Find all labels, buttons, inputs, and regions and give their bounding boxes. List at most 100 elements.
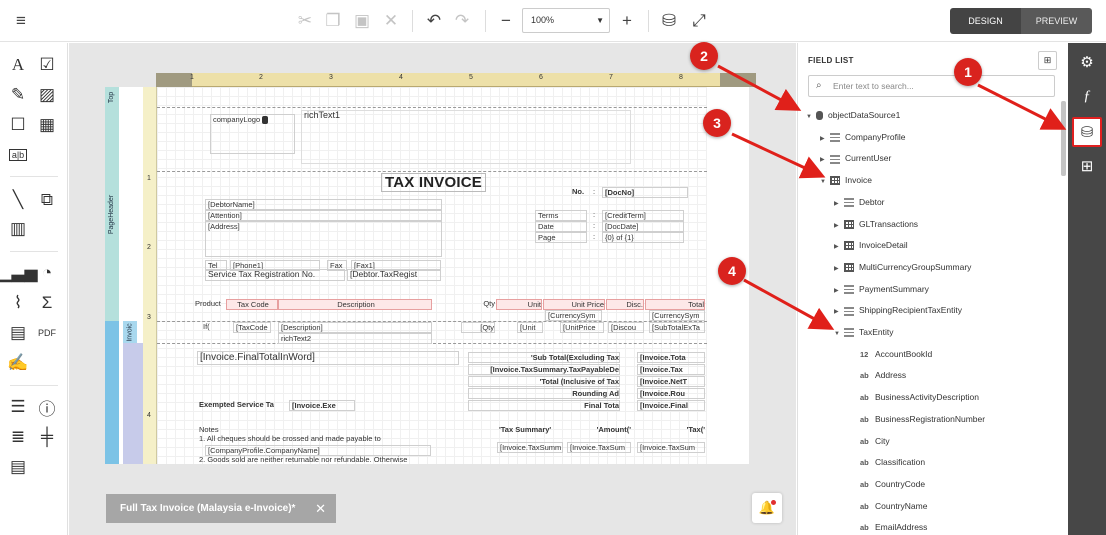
copy-icon[interactable]: ❐	[320, 8, 346, 34]
table-tool-icon[interactable]: ▦	[35, 113, 59, 137]
collapsed-chevron-icon[interactable]: ▶	[834, 302, 844, 323]
final-total-word-field[interactable]: [Invoice.FinalTotalInWord]	[197, 351, 459, 365]
exempted-service-tax-field[interactable]: [Invoice.Exe	[289, 400, 355, 411]
detail-unit[interactable]: [Unit	[517, 322, 543, 333]
add-calculated-field-button[interactable]: ⊞	[1038, 51, 1057, 70]
no-label[interactable]: No.	[570, 187, 588, 198]
credit-term-field[interactable]: [CreditTerm]	[602, 210, 684, 221]
cross-band-box-tool-icon[interactable]: ▤	[6, 455, 30, 479]
field-tree-node[interactable]: ▶ CurrentUser	[820, 148, 891, 169]
barcode-tool-icon[interactable]: ▥	[6, 217, 30, 241]
close-icon[interactable]: ✕	[315, 494, 326, 523]
field-tree-node[interactable]: ▶ CompanyProfile	[820, 127, 905, 148]
detail-tax-code[interactable]: [TaxCode	[233, 322, 271, 333]
redo-icon[interactable]: ↷	[449, 8, 475, 34]
terms-label[interactable]: Terms	[535, 210, 587, 221]
richtext2-box[interactable]: richText2	[278, 333, 432, 344]
sub-total-field[interactable]: [Invoice.Tota	[637, 352, 705, 363]
report-document-tab[interactable]: Full Tax Invoice (Malaysia e-Invoice)* ✕	[106, 494, 336, 523]
detail-qty[interactable]: [Qty	[461, 322, 495, 333]
header-unit[interactable]: Unit	[496, 299, 542, 310]
picture-tool-icon[interactable]: ▨	[35, 83, 59, 107]
field-list-icon[interactable]: ⛁	[1072, 117, 1102, 147]
tax-summary-cell[interactable]: [Invoice.TaxSumm	[497, 442, 563, 453]
header-total[interactable]: Total	[645, 299, 705, 310]
total-inclusive-label[interactable]: 'Total (Inclusive of Tax	[468, 376, 620, 387]
preview-button[interactable]: PREVIEW	[1021, 8, 1092, 34]
field-tree-node[interactable]: ab CountryCode	[860, 474, 925, 495]
sst-field[interactable]: [Debtor.TaxRegist	[347, 269, 441, 281]
band-group-footer[interactable]	[123, 343, 143, 464]
field-tree-node[interactable]: ▼ objectDataSource1	[806, 105, 900, 126]
field-tree-node[interactable]: ab BusinessActivityDescription	[860, 387, 979, 408]
checkbox-tool-icon[interactable]: ☑	[35, 53, 59, 77]
report-title[interactable]: TAX INVOICE	[381, 173, 486, 192]
design-button[interactable]: DESIGN	[950, 8, 1021, 34]
delete-icon[interactable]: ✕	[378, 8, 404, 34]
expanded-chevron-icon[interactable]: ▼	[834, 324, 844, 345]
company-logo-box[interactable]: companyLogo	[210, 114, 295, 154]
detail-description[interactable]: [Description]	[278, 322, 432, 333]
tax-summary-cell[interactable]: [Invoice.TaxSum	[567, 442, 631, 453]
design-surface[interactable]: 1 2 3 4 5 6 7 8 Top PageHeader Invoic 1 …	[69, 43, 796, 535]
expanded-chevron-icon[interactable]: ▼	[820, 172, 830, 193]
band-detail[interactable]	[105, 321, 119, 464]
tax-label[interactable]: 'Tax('	[667, 425, 705, 436]
expressions-icon[interactable]: ƒ	[1074, 83, 1100, 109]
field-tree-node[interactable]: ▶ MultiCurrencyGroupSummary	[834, 257, 971, 278]
tax-payable-label[interactable]: [Invoice.TaxSummary.TaxPayableDe	[468, 364, 620, 375]
collapsed-chevron-icon[interactable]: ▶	[834, 259, 844, 280]
field-search-input[interactable]: ⌕ Enter text to search...	[808, 75, 1055, 97]
richtext1-box[interactable]: richText1	[301, 110, 631, 164]
panel-tool-icon[interactable]: ☐	[6, 113, 30, 137]
band-invoice[interactable]: Invoic	[123, 321, 137, 343]
field-tree-node[interactable]: ▶ Debtor	[834, 192, 885, 213]
header-disc[interactable]: Disc.	[606, 299, 644, 310]
field-tree-node[interactable]: 12 AccountBookId	[860, 344, 932, 365]
address-field[interactable]: [Address]	[205, 221, 442, 257]
field-tree-node[interactable]: ab City	[860, 431, 890, 452]
detail-if[interactable]: If(	[201, 322, 217, 333]
field-tree-node[interactable]: ab CountryName	[860, 496, 927, 517]
note-line-1[interactable]: 1. All cheques should be crossed and mad…	[197, 434, 407, 445]
note-line-2[interactable]: 2. Goods sold are neither returnable nor…	[197, 455, 427, 464]
cross-band-line-tool-icon[interactable]: ╪	[35, 425, 59, 449]
sst-label[interactable]: Service Tax Registration No.	[205, 269, 345, 281]
cut-icon[interactable]: ✂	[292, 8, 318, 34]
field-tree-node[interactable]: ▶ GLTransactions	[834, 214, 918, 235]
field-tree-node[interactable]: ▼ TaxEntity	[834, 322, 894, 343]
field-tree-node[interactable]: ▶ PaymentSummary	[834, 279, 929, 300]
shape-tool-icon[interactable]: ⧉	[35, 188, 59, 212]
gauge-tool-icon[interactable]: ◔	[35, 261, 59, 285]
detail-unit-price[interactable]: [UnitPrice	[560, 322, 604, 333]
zoom-select[interactable]: 100% ▼	[522, 8, 610, 33]
richtext-tool-icon[interactable]: ✎	[6, 83, 30, 107]
paste-icon[interactable]: ▣	[349, 8, 375, 34]
doc-date-field[interactable]: [DocDate]	[602, 221, 684, 232]
label-tool-icon[interactable]: A	[6, 53, 30, 77]
tax-summary-label[interactable]: 'Tax Summary'	[497, 425, 555, 436]
table-of-contents-tool-icon[interactable]: ☰	[6, 395, 30, 419]
summary-tool-icon[interactable]: Σ	[35, 291, 59, 315]
detail-discount[interactable]: [Discou	[608, 322, 644, 333]
header-tax-code[interactable]: Tax Code	[226, 299, 278, 310]
field-tree-node[interactable]: ab EmailAddress	[860, 517, 927, 535]
collapsed-chevron-icon[interactable]: ▶	[834, 281, 844, 302]
header-unit-price[interactable]: Unit Price	[543, 299, 605, 310]
field-list-scrollbar[interactable]	[1061, 101, 1066, 176]
currency-symbol-field[interactable]: [CurrencySym	[545, 310, 602, 321]
header-product[interactable]: Product	[193, 299, 223, 310]
field-tree-node[interactable]: ▶ InvoiceDetail	[834, 235, 908, 256]
zoom-out-icon[interactable]: −	[493, 8, 519, 34]
amount-label[interactable]: 'Amount('	[585, 425, 631, 436]
line-tool-icon[interactable]: ╲	[6, 188, 30, 212]
page-label[interactable]: Page	[535, 232, 587, 243]
final-total-field[interactable]: [Invoice.Final	[637, 400, 705, 411]
page-break-tool-icon[interactable]: ≣	[6, 425, 30, 449]
header-description[interactable]: Description	[278, 299, 432, 310]
fullscreen-icon[interactable]: ⤢	[686, 8, 712, 34]
subreport-tool-icon[interactable]: ▤	[6, 321, 30, 345]
field-tree-node[interactable]: ab BusinessRegistrationNumber	[860, 409, 985, 430]
undo-icon[interactable]: ↶	[421, 8, 447, 34]
rounding-field[interactable]: [Invoice.Rou	[637, 388, 705, 399]
